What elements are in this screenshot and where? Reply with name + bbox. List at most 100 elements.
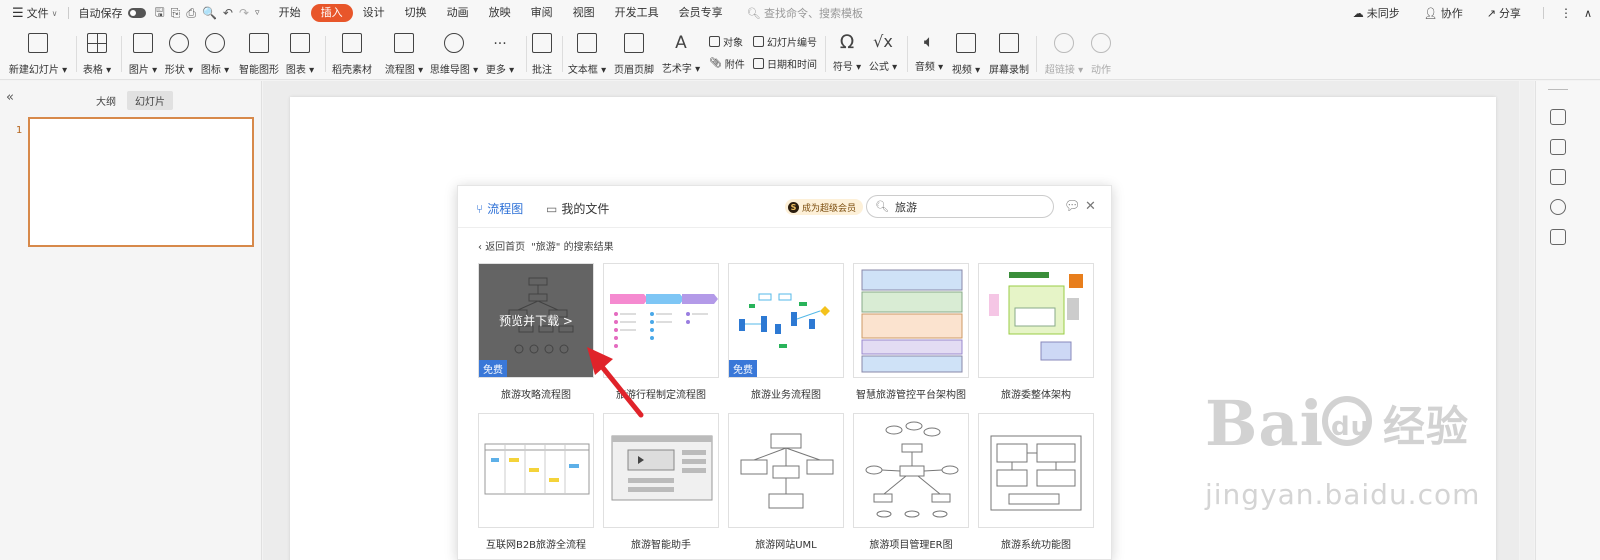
tab-member[interactable]: 会员专享 (669, 4, 733, 22)
collapse-ribbon-icon[interactable]: ∧ (1584, 7, 1592, 20)
close-icon[interactable]: ✕ (1085, 199, 1096, 214)
new-slide-icon (28, 33, 48, 53)
template-thumbnail[interactable]: 预览并下载 > 免费 (478, 263, 594, 378)
template-card[interactable]: 预览并下载 > 免费 旅游攻略流程图 (478, 263, 594, 401)
template-title[interactable]: 旅游攻略流程图 (478, 386, 594, 401)
undo-icon[interactable]: ↶ (220, 6, 236, 20)
attachment-button[interactable]: 📎︎ 附件 (709, 56, 745, 71)
command-search[interactable]: 🔍︎ 查找命令、搜索模板 (747, 5, 863, 21)
smartart-icon (249, 33, 269, 53)
collapse-panel-icon[interactable]: « (6, 90, 14, 105)
template-card[interactable]: 旅游网站UML (728, 413, 844, 551)
template-card[interactable]: 旅游智能助手 (603, 413, 719, 551)
template-title[interactable]: 互联网B2B旅游全流程 (478, 536, 594, 551)
template-search-input[interactable]: 🔍︎ 旅游 (866, 195, 1054, 218)
flowchart-icon: ⑂ (476, 201, 484, 216)
speaker-icon: 🔈︎ (923, 32, 935, 52)
template-title[interactable]: 智慧旅游管控平台架构图 (853, 386, 969, 401)
backup-icon[interactable] (1550, 229, 1566, 245)
back-link[interactable]: ‹ 返回首页 (478, 238, 525, 253)
mindmap-label: 思维导图 (429, 65, 470, 76)
template-card[interactable]: 旅游项目管理ER图 (853, 413, 969, 551)
tab-animation[interactable]: 动画 (437, 4, 479, 22)
more-icon[interactable]: ⋮ (1560, 6, 1572, 20)
template-title[interactable]: 旅游智能助手 (603, 536, 719, 551)
tab-transition[interactable]: 切换 (395, 4, 437, 22)
tab-review[interactable]: 审阅 (521, 4, 563, 22)
dialog-header: ⑂ 流程图 ▭ 我的文件 S 成为超级会员 🔍︎ 旅游 💬︎ ✕ (458, 186, 1111, 228)
template-card[interactable]: 互联网B2B旅游全流程 (478, 413, 594, 551)
template-thumbnail[interactable] (478, 413, 594, 528)
template-card[interactable]: 智慧旅游管控平台架构图 (853, 263, 969, 401)
menu-bar: ☰ 文件 ∨ 自动保存 🖫 ⎘ ⎙ 🔍 ↶ ↷ ▿ 开始 插入 设计 切换 动画… (0, 0, 1600, 26)
animation-icon[interactable] (1550, 139, 1566, 155)
template-title[interactable]: 旅游委整体架构 (978, 386, 1094, 401)
hamburger-icon: ☰ (12, 5, 24, 21)
template-thumbnail[interactable]: 免费 (728, 263, 844, 378)
feedback-icon[interactable]: 💬︎ (1064, 199, 1081, 214)
tab-slideshow[interactable]: 放映 (479, 4, 521, 22)
tab-developer[interactable]: 开发工具 (605, 4, 669, 22)
transition-icon[interactable] (1550, 169, 1566, 185)
template-title[interactable]: 旅游系统功能图 (978, 536, 1094, 551)
toggle-switch[interactable] (127, 8, 146, 18)
template-thumbnail[interactable] (978, 263, 1094, 378)
vip-badge[interactable]: S 成为超级会员 (785, 199, 864, 215)
template-title[interactable]: 旅游业务流程图 (728, 386, 844, 401)
slide-number-button[interactable]: 幻灯片编号 (753, 34, 817, 49)
chart-button[interactable]: 图表 ▾ (270, 30, 330, 76)
share-button[interactable]: ↗ 分享 (1481, 0, 1527, 26)
autosave-toggle[interactable]: 自动保存 (73, 0, 152, 26)
object-icon (709, 36, 720, 47)
tab-design[interactable]: 设计 (353, 4, 395, 22)
template-title[interactable]: 旅游项目管理ER图 (853, 536, 969, 551)
help-icon[interactable] (1550, 199, 1566, 215)
action-button[interactable]: 动作 (1071, 30, 1131, 76)
flowchart-label: 流程图 (384, 65, 415, 76)
datetime-label: 日期和时间 (767, 60, 817, 71)
template-thumbnail[interactable] (978, 413, 1094, 528)
template-title[interactable]: 旅游网站UML (728, 536, 844, 551)
material-button[interactable]: 稻壳素材 (322, 30, 382, 76)
template-thumbnail[interactable] (603, 413, 719, 528)
tab-insert[interactable]: 插入 (310, 4, 353, 22)
sync-button[interactable]: ☁ 未同步 (1347, 0, 1406, 26)
object-button[interactable]: 对象 (709, 34, 743, 49)
flowchart-dialog: ⑂ 流程图 ▭ 我的文件 S 成为超级会员 🔍︎ 旅游 💬︎ ✕ ‹ 返回首页 … (457, 185, 1112, 560)
template-card[interactable]: 旅游委整体架构 (978, 263, 1094, 401)
header-footer-icon (624, 33, 644, 53)
save-icon[interactable]: 🖫 (152, 3, 168, 24)
template-thumbnail[interactable] (728, 413, 844, 528)
template-thumbnail[interactable] (853, 263, 969, 378)
sync-label: 未同步 (1366, 7, 1400, 20)
symbol-label: 符号 (832, 62, 853, 73)
print-preview-icon[interactable]: 🔍 (199, 6, 220, 20)
vertical-scrollbar[interactable] (1520, 81, 1534, 560)
divider (67, 7, 69, 19)
tab-view[interactable]: 视图 (563, 4, 605, 22)
new-slide-button[interactable]: 新建幻灯片 ▾ (8, 30, 68, 76)
wordart-button[interactable]: A 艺术字 ▾ (651, 30, 711, 75)
screen-record-button[interactable]: 屏幕录制 (979, 30, 1039, 76)
print-icon[interactable]: ⎙ (183, 6, 199, 21)
tab-slides[interactable]: 幻灯片 (127, 91, 173, 110)
attachment-label: 附件 (724, 60, 745, 71)
file-menu[interactable]: ☰ 文件 ∨ (6, 0, 64, 26)
collab-button[interactable]: 👤︎ 协作 (1418, 0, 1469, 26)
properties-icon[interactable] (1550, 109, 1566, 125)
slide-thumbnail[interactable] (28, 117, 254, 247)
function-preview-graphic (990, 435, 1082, 511)
object-label: 对象 (723, 38, 743, 49)
format-painter-icon[interactable]: ⎘ (168, 6, 184, 21)
tab-outline[interactable]: 大纲 (88, 91, 124, 110)
template-thumbnail[interactable] (853, 413, 969, 528)
datetime-button[interactable]: 日期和时间 (753, 56, 817, 71)
menubar-right: ☁ 未同步 👤︎ 协作 ↗ 分享 ⋮ ∧ (1347, 0, 1592, 26)
tab-my-files[interactable]: ▭ 我的文件 (546, 200, 609, 217)
tab-home[interactable]: 开始 (269, 4, 311, 22)
template-card[interactable]: 免费 旅游业务流程图 (728, 263, 844, 401)
template-card[interactable]: 旅游系统功能图 (978, 413, 1094, 551)
redo-icon[interactable]: ↷ (236, 6, 252, 20)
tab-flowchart[interactable]: ⑂ 流程图 (476, 200, 523, 217)
customize-icon[interactable]: ▿ (252, 8, 263, 18)
